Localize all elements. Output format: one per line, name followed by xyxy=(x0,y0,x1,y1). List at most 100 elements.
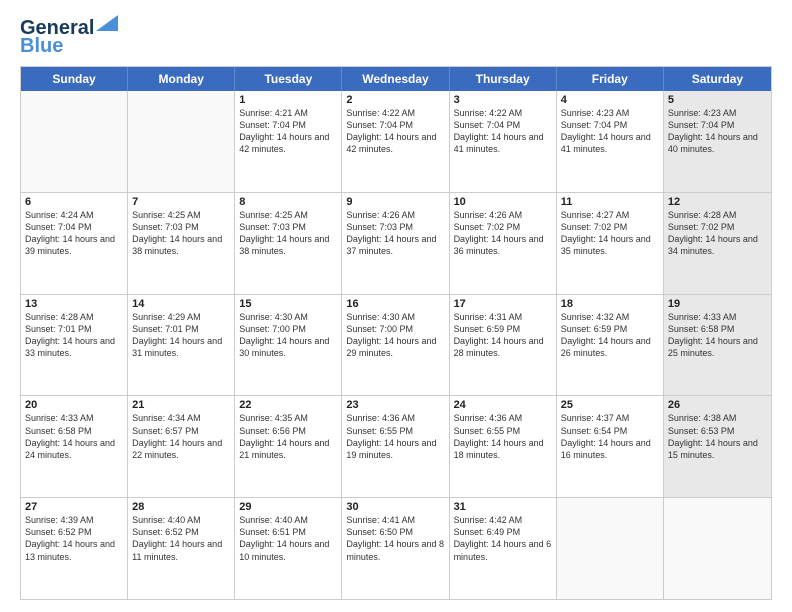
cal-cell: 31Sunrise: 4:42 AM Sunset: 6:49 PM Dayli… xyxy=(450,498,557,599)
cal-cell xyxy=(664,498,771,599)
cell-details: Sunrise: 4:33 AM Sunset: 6:58 PM Dayligh… xyxy=(668,311,767,360)
cal-cell: 14Sunrise: 4:29 AM Sunset: 7:01 PM Dayli… xyxy=(128,295,235,396)
cell-details: Sunrise: 4:42 AM Sunset: 6:49 PM Dayligh… xyxy=(454,514,552,563)
cal-cell: 7Sunrise: 4:25 AM Sunset: 7:03 PM Daylig… xyxy=(128,193,235,294)
day-number: 4 xyxy=(561,94,659,106)
cal-cell: 3Sunrise: 4:22 AM Sunset: 7:04 PM Daylig… xyxy=(450,91,557,192)
cal-cell: 1Sunrise: 4:21 AM Sunset: 7:04 PM Daylig… xyxy=(235,91,342,192)
cell-details: Sunrise: 4:28 AM Sunset: 7:01 PM Dayligh… xyxy=(25,311,123,360)
day-number: 29 xyxy=(239,501,337,513)
cal-cell: 30Sunrise: 4:41 AM Sunset: 6:50 PM Dayli… xyxy=(342,498,449,599)
day-number: 9 xyxy=(346,196,444,208)
cal-cell: 12Sunrise: 4:28 AM Sunset: 7:02 PM Dayli… xyxy=(664,193,771,294)
cal-cell: 4Sunrise: 4:23 AM Sunset: 7:04 PM Daylig… xyxy=(557,91,664,192)
weekday-header-monday: Monday xyxy=(128,67,235,91)
day-number: 6 xyxy=(25,196,123,208)
cell-details: Sunrise: 4:24 AM Sunset: 7:04 PM Dayligh… xyxy=(25,209,123,258)
weekday-header-wednesday: Wednesday xyxy=(342,67,449,91)
cal-cell xyxy=(557,498,664,599)
cal-cell: 16Sunrise: 4:30 AM Sunset: 7:00 PM Dayli… xyxy=(342,295,449,396)
cal-cell xyxy=(21,91,128,192)
weekday-header-thursday: Thursday xyxy=(450,67,557,91)
cell-details: Sunrise: 4:31 AM Sunset: 6:59 PM Dayligh… xyxy=(454,311,552,360)
cell-details: Sunrise: 4:35 AM Sunset: 6:56 PM Dayligh… xyxy=(239,412,337,461)
week-row-3: 13Sunrise: 4:28 AM Sunset: 7:01 PM Dayli… xyxy=(21,294,771,396)
cell-details: Sunrise: 4:40 AM Sunset: 6:51 PM Dayligh… xyxy=(239,514,337,563)
cal-cell xyxy=(128,91,235,192)
day-number: 26 xyxy=(668,399,767,411)
day-number: 8 xyxy=(239,196,337,208)
cell-details: Sunrise: 4:30 AM Sunset: 7:00 PM Dayligh… xyxy=(346,311,444,360)
logo: General Blue xyxy=(20,18,118,56)
cell-details: Sunrise: 4:28 AM Sunset: 7:02 PM Dayligh… xyxy=(668,209,767,258)
cal-cell: 20Sunrise: 4:33 AM Sunset: 6:58 PM Dayli… xyxy=(21,396,128,497)
cal-cell: 23Sunrise: 4:36 AM Sunset: 6:55 PM Dayli… xyxy=(342,396,449,497)
cell-details: Sunrise: 4:22 AM Sunset: 7:04 PM Dayligh… xyxy=(346,107,444,156)
week-row-4: 20Sunrise: 4:33 AM Sunset: 6:58 PM Dayli… xyxy=(21,395,771,497)
calendar-header: SundayMondayTuesdayWednesdayThursdayFrid… xyxy=(21,67,771,91)
cal-cell: 24Sunrise: 4:36 AM Sunset: 6:55 PM Dayli… xyxy=(450,396,557,497)
weekday-header-sunday: Sunday xyxy=(21,67,128,91)
weekday-header-friday: Friday xyxy=(557,67,664,91)
cal-cell: 18Sunrise: 4:32 AM Sunset: 6:59 PM Dayli… xyxy=(557,295,664,396)
day-number: 21 xyxy=(132,399,230,411)
cell-details: Sunrise: 4:26 AM Sunset: 7:02 PM Dayligh… xyxy=(454,209,552,258)
cell-details: Sunrise: 4:38 AM Sunset: 6:53 PM Dayligh… xyxy=(668,412,767,461)
day-number: 18 xyxy=(561,298,659,310)
cell-details: Sunrise: 4:34 AM Sunset: 6:57 PM Dayligh… xyxy=(132,412,230,461)
cal-cell: 17Sunrise: 4:31 AM Sunset: 6:59 PM Dayli… xyxy=(450,295,557,396)
cal-cell: 26Sunrise: 4:38 AM Sunset: 6:53 PM Dayli… xyxy=(664,396,771,497)
cell-details: Sunrise: 4:32 AM Sunset: 6:59 PM Dayligh… xyxy=(561,311,659,360)
cell-details: Sunrise: 4:36 AM Sunset: 6:55 PM Dayligh… xyxy=(346,412,444,461)
logo-icon xyxy=(96,15,118,31)
day-number: 22 xyxy=(239,399,337,411)
week-row-1: 1Sunrise: 4:21 AM Sunset: 7:04 PM Daylig… xyxy=(21,91,771,192)
cal-cell: 11Sunrise: 4:27 AM Sunset: 7:02 PM Dayli… xyxy=(557,193,664,294)
cal-cell: 25Sunrise: 4:37 AM Sunset: 6:54 PM Dayli… xyxy=(557,396,664,497)
cal-cell: 29Sunrise: 4:40 AM Sunset: 6:51 PM Dayli… xyxy=(235,498,342,599)
cell-details: Sunrise: 4:39 AM Sunset: 6:52 PM Dayligh… xyxy=(25,514,123,563)
cell-details: Sunrise: 4:30 AM Sunset: 7:00 PM Dayligh… xyxy=(239,311,337,360)
calendar: SundayMondayTuesdayWednesdayThursdayFrid… xyxy=(20,66,772,600)
week-row-5: 27Sunrise: 4:39 AM Sunset: 6:52 PM Dayli… xyxy=(21,497,771,599)
cell-details: Sunrise: 4:26 AM Sunset: 7:03 PM Dayligh… xyxy=(346,209,444,258)
cal-cell: 15Sunrise: 4:30 AM Sunset: 7:00 PM Dayli… xyxy=(235,295,342,396)
day-number: 1 xyxy=(239,94,337,106)
cal-cell: 2Sunrise: 4:22 AM Sunset: 7:04 PM Daylig… xyxy=(342,91,449,192)
day-number: 23 xyxy=(346,399,444,411)
cal-cell: 9Sunrise: 4:26 AM Sunset: 7:03 PM Daylig… xyxy=(342,193,449,294)
cell-details: Sunrise: 4:41 AM Sunset: 6:50 PM Dayligh… xyxy=(346,514,444,563)
cell-details: Sunrise: 4:27 AM Sunset: 7:02 PM Dayligh… xyxy=(561,209,659,258)
cell-details: Sunrise: 4:40 AM Sunset: 6:52 PM Dayligh… xyxy=(132,514,230,563)
logo-blue: Blue xyxy=(20,36,63,56)
cal-cell: 10Sunrise: 4:26 AM Sunset: 7:02 PM Dayli… xyxy=(450,193,557,294)
cal-cell: 19Sunrise: 4:33 AM Sunset: 6:58 PM Dayli… xyxy=(664,295,771,396)
cal-cell: 6Sunrise: 4:24 AM Sunset: 7:04 PM Daylig… xyxy=(21,193,128,294)
day-number: 7 xyxy=(132,196,230,208)
day-number: 15 xyxy=(239,298,337,310)
calendar-body: 1Sunrise: 4:21 AM Sunset: 7:04 PM Daylig… xyxy=(21,91,771,599)
cal-cell: 13Sunrise: 4:28 AM Sunset: 7:01 PM Dayli… xyxy=(21,295,128,396)
day-number: 16 xyxy=(346,298,444,310)
day-number: 17 xyxy=(454,298,552,310)
cell-details: Sunrise: 4:21 AM Sunset: 7:04 PM Dayligh… xyxy=(239,107,337,156)
weekday-header-tuesday: Tuesday xyxy=(235,67,342,91)
cell-details: Sunrise: 4:25 AM Sunset: 7:03 PM Dayligh… xyxy=(132,209,230,258)
cal-cell: 28Sunrise: 4:40 AM Sunset: 6:52 PM Dayli… xyxy=(128,498,235,599)
day-number: 10 xyxy=(454,196,552,208)
day-number: 31 xyxy=(454,501,552,513)
cell-details: Sunrise: 4:25 AM Sunset: 7:03 PM Dayligh… xyxy=(239,209,337,258)
day-number: 20 xyxy=(25,399,123,411)
cell-details: Sunrise: 4:29 AM Sunset: 7:01 PM Dayligh… xyxy=(132,311,230,360)
weekday-header-saturday: Saturday xyxy=(664,67,771,91)
day-number: 14 xyxy=(132,298,230,310)
cal-cell: 22Sunrise: 4:35 AM Sunset: 6:56 PM Dayli… xyxy=(235,396,342,497)
day-number: 25 xyxy=(561,399,659,411)
day-number: 30 xyxy=(346,501,444,513)
cal-cell: 21Sunrise: 4:34 AM Sunset: 6:57 PM Dayli… xyxy=(128,396,235,497)
cell-details: Sunrise: 4:23 AM Sunset: 7:04 PM Dayligh… xyxy=(561,107,659,156)
header: General Blue xyxy=(20,18,772,56)
cal-cell: 27Sunrise: 4:39 AM Sunset: 6:52 PM Dayli… xyxy=(21,498,128,599)
day-number: 24 xyxy=(454,399,552,411)
cell-details: Sunrise: 4:37 AM Sunset: 6:54 PM Dayligh… xyxy=(561,412,659,461)
